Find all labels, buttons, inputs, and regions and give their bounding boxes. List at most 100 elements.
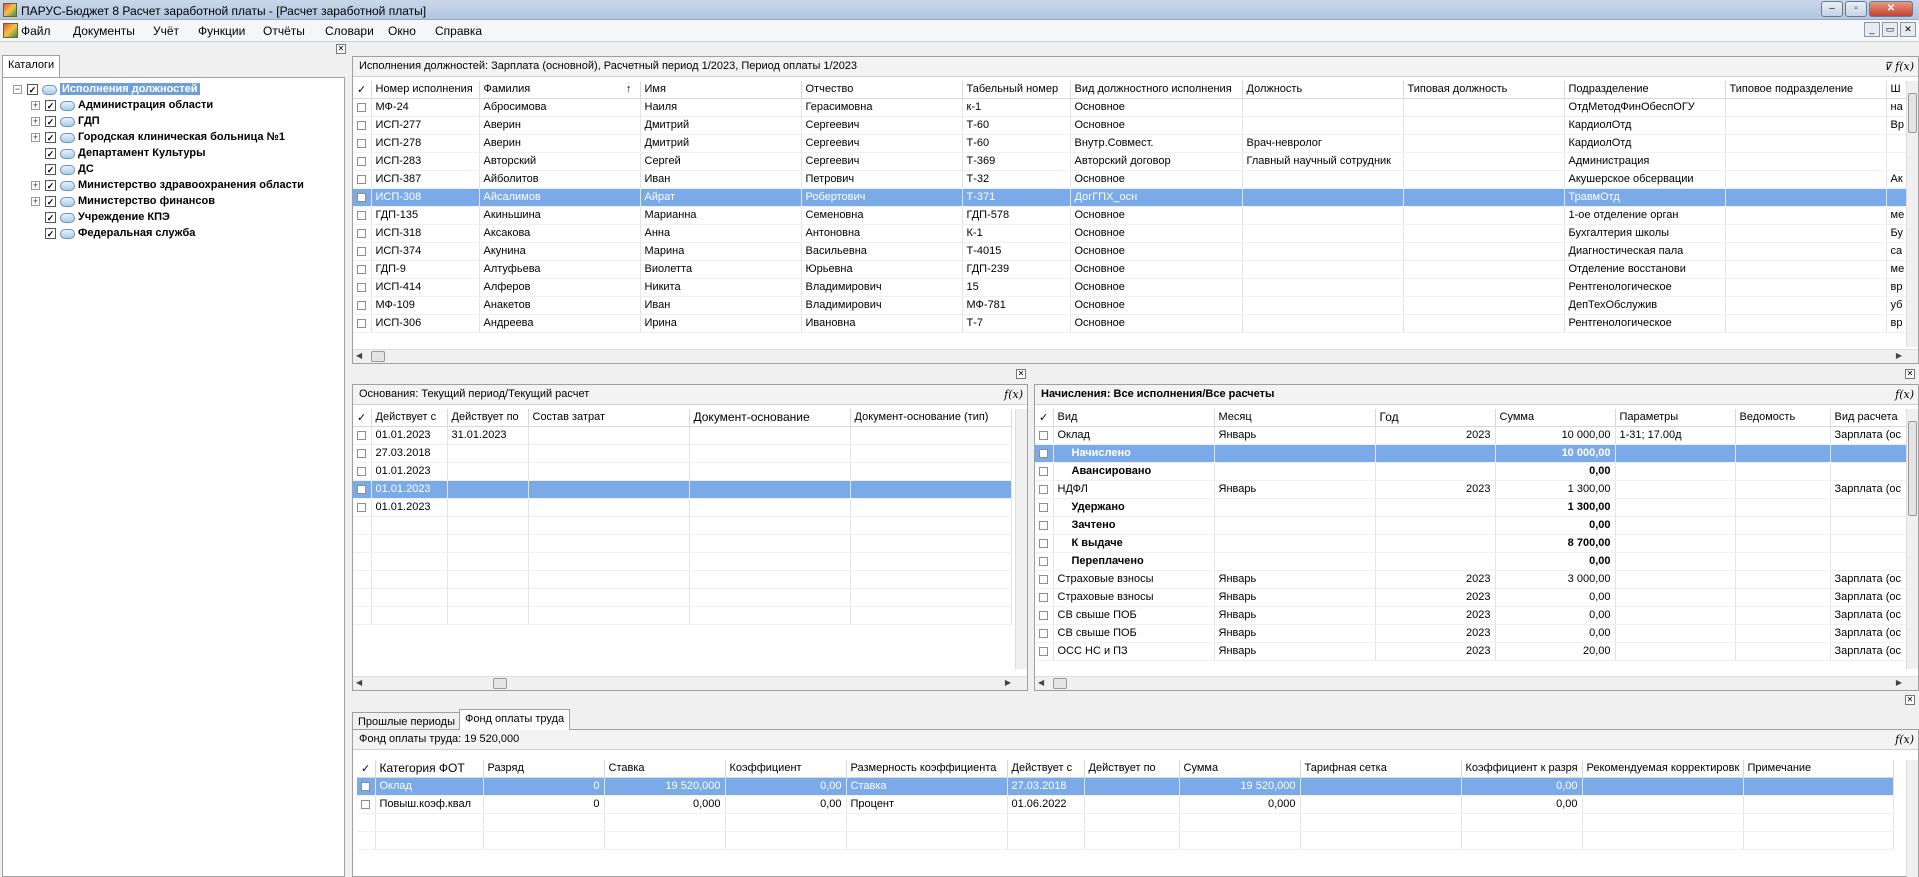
row-checkbox[interactable]	[353, 296, 372, 315]
checkbox-icon[interactable]	[357, 156, 366, 166]
accruals-vscroll[interactable]	[1906, 409, 1918, 669]
checkbox-icon[interactable]	[357, 300, 366, 310]
table-row[interactable]: СВ свыше ПОБ Январь 2023 0,00 Зарплата (ос	[1035, 624, 1918, 643]
table-row[interactable]: ИСП-318 Аксакова Анна Антоновна К-1 Основное Б…	[353, 224, 1918, 243]
accruals-close-icon[interactable]: ✕	[1905, 369, 1915, 379]
checkbox-icon[interactable]	[361, 799, 370, 809]
row-checkbox[interactable]	[1035, 426, 1054, 445]
column-header[interactable]: Номер исполнения	[371, 81, 480, 99]
checkbox-icon[interactable]: ✓	[45, 148, 56, 159]
checkbox-icon[interactable]	[1039, 592, 1048, 602]
column-header[interactable]: Коэффициент	[725, 760, 847, 778]
checkbox-icon[interactable]	[357, 502, 366, 512]
minimize-button[interactable]: –	[1821, 1, 1843, 17]
table-row[interactable]: ИСП-277 Аверин Дмитрий Сергеевич Т-60 Основно…	[353, 116, 1918, 135]
row-checkbox[interactable]	[1035, 444, 1054, 463]
column-header[interactable]: Действует по	[447, 409, 529, 427]
table-row[interactable]: ИСП-283 Авторский Сергей Сергеевич Т-369 Авто…	[353, 152, 1918, 171]
tab-bottom[interactable]: Фонд оплаты труда	[459, 709, 571, 730]
select-all-column[interactable]: ✓	[353, 409, 372, 427]
table-row[interactable]: ИСП-306 Андреева Ирина Ивановна Т-7 Основное Р…	[353, 314, 1918, 333]
column-header[interactable]: Сумма	[1179, 760, 1301, 778]
checkbox-icon[interactable]	[1039, 430, 1048, 440]
table-row[interactable]: ГДП-9 Алтуфьева Виолетта Юрьевна ГДП-239 Осно…	[353, 260, 1918, 279]
checkbox-icon[interactable]	[357, 448, 366, 458]
checkbox-icon[interactable]: ✓	[45, 212, 56, 223]
mdi-close-button[interactable]: ✕	[1900, 22, 1916, 37]
column-header[interactable]: Имя	[640, 81, 802, 99]
column-header[interactable]: Параметры	[1615, 409, 1736, 427]
table-row[interactable]: МФ-109 Анакетов Иван Владимирович МФ-781 Осно…	[353, 296, 1918, 315]
column-header[interactable]: Действует с	[371, 409, 448, 427]
checkbox-icon[interactable]	[357, 282, 366, 292]
checkbox-icon[interactable]	[357, 228, 366, 238]
sort-up-icon[interactable]: ↑	[626, 83, 632, 95]
table-row[interactable]: 01.01.2023	[353, 480, 1012, 499]
row-checkbox[interactable]	[353, 242, 372, 261]
column-header[interactable]: Вид должностного исполнения	[1070, 81, 1243, 99]
checkbox-icon[interactable]	[357, 430, 366, 440]
column-header[interactable]: Состав затрат	[528, 409, 690, 427]
row-checkbox[interactable]	[353, 462, 372, 481]
column-header[interactable]: Месяц	[1214, 409, 1376, 427]
row-checkbox[interactable]	[1035, 570, 1054, 589]
checkbox-icon[interactable]	[1039, 520, 1048, 530]
row-checkbox[interactable]	[1035, 552, 1054, 571]
maximize-button[interactable]: ▫	[1845, 1, 1867, 17]
select-all-column[interactable]: ✓	[1035, 409, 1054, 427]
row-checkbox[interactable]	[353, 426, 372, 445]
table-row[interactable]: ИСП-414 Алферов Никита Владимирович 15 Основн…	[353, 278, 1918, 297]
expand-icon[interactable]: +	[31, 133, 40, 142]
row-checkbox[interactable]	[353, 152, 372, 171]
column-header[interactable]: Рекомендуемая корректировк	[1582, 760, 1744, 778]
basis-close-icon[interactable]: ✕	[1016, 369, 1026, 379]
basis-fx-icon[interactable]: f(x)	[1004, 388, 1023, 401]
table-row[interactable]: ОСС НС и ПЗ Январь 2023 20,00 Зарплата (ос	[1035, 642, 1918, 661]
positions-hscroll[interactable]: ◀ ▶	[353, 349, 1918, 363]
column-header[interactable]: Фамилия ↑	[479, 81, 641, 99]
payroll-fx-icon[interactable]: f(x)	[1895, 733, 1914, 746]
column-header[interactable]: Действует по	[1084, 760, 1180, 778]
checkbox-icon[interactable]	[357, 102, 366, 112]
table-row[interactable]: ИСП-374 Акунина Марина Васильевна Т-4015 Осно…	[353, 242, 1918, 261]
checkbox-icon[interactable]	[1039, 556, 1048, 566]
table-row[interactable]: Повыш.коэф.квал 0 0,000 0,00 Процент 01.06.20…	[357, 795, 1894, 814]
checkbox-icon[interactable]: ✓	[45, 196, 56, 207]
checkbox-icon[interactable]: ✓	[45, 100, 56, 111]
checkbox-icon[interactable]	[357, 264, 366, 274]
row-checkbox[interactable]	[357, 777, 376, 796]
select-all-column[interactable]: ✓	[357, 760, 376, 778]
row-checkbox[interactable]	[353, 134, 372, 153]
table-row[interactable]: Начислено 10 000,00	[1035, 444, 1918, 463]
checkbox-icon[interactable]	[357, 138, 366, 148]
checkbox-icon[interactable]	[357, 484, 366, 494]
row-checkbox[interactable]	[1035, 606, 1054, 625]
column-header[interactable]: Документ-основание (тип)	[850, 409, 1012, 427]
checkbox-icon[interactable]: ✓	[45, 132, 56, 143]
table-row[interactable]: К выдаче 8 700,00	[1035, 534, 1918, 553]
table-row[interactable]: Страховые взносы Январь 2023 0,00 Зарплата (…	[1035, 588, 1918, 607]
column-header[interactable]: Примечание	[1743, 760, 1894, 778]
row-checkbox[interactable]	[353, 278, 372, 297]
checkbox-icon[interactable]	[1039, 448, 1048, 458]
column-header[interactable]: Сумма	[1495, 409, 1616, 427]
column-header[interactable]: Тарифная сетка	[1300, 760, 1462, 778]
table-row[interactable]: 01.01.2023	[353, 498, 1012, 517]
checkbox-icon[interactable]	[361, 781, 370, 791]
column-header[interactable]: Типовое подразделение	[1725, 81, 1887, 99]
table-row[interactable]: 01.01.2023 31.01.2023	[353, 426, 1012, 445]
row-checkbox[interactable]	[1035, 462, 1054, 481]
row-checkbox[interactable]	[1035, 642, 1054, 661]
mdi-restore-button[interactable]: ▭	[1882, 22, 1898, 37]
row-checkbox[interactable]	[1035, 516, 1054, 535]
expand-icon[interactable]: +	[31, 117, 40, 126]
table-row[interactable]: ГДП-135 Акиньшина Марианна Семеновна ГДП-578…	[353, 206, 1918, 225]
row-checkbox[interactable]	[1035, 624, 1054, 643]
row-checkbox[interactable]	[357, 795, 376, 814]
checkbox-icon[interactable]: ✓	[45, 164, 56, 175]
checkbox-icon[interactable]: ✓	[45, 228, 56, 239]
filter-fx-icon[interactable]: ⊽ f(x)	[1884, 60, 1914, 73]
row-checkbox[interactable]	[1035, 534, 1054, 553]
column-header[interactable]: Табельный номер	[962, 81, 1071, 99]
bottom-close-icon[interactable]: ✕	[1905, 695, 1915, 705]
